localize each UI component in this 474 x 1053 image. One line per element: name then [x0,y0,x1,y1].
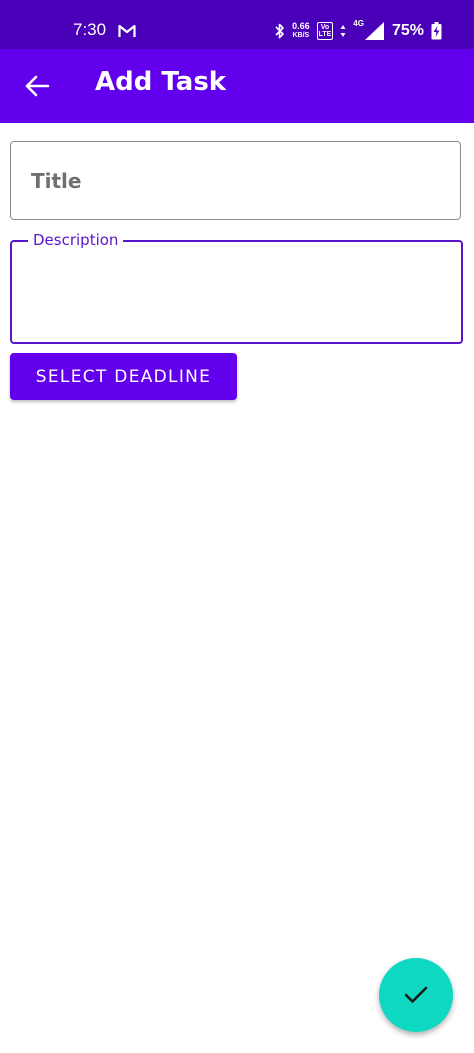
network-speed-unit: KB/S [292,32,310,39]
battery-charging-icon [431,22,442,40]
gmail-icon [118,24,136,37]
data-arrows-icon [340,25,346,37]
save-task-fab[interactable] [379,958,453,1032]
status-icons: 0.66 KB/S Vo LTE 4G 75% [275,19,442,43]
description-field[interactable]: Description [10,231,463,344]
network-speed: 0.66 KB/S [292,22,310,40]
battery-percent: 75% [391,22,424,39]
select-deadline-button[interactable]: SELECT DEADLINE [10,353,237,400]
page-title: Add Task [95,67,227,97]
volte-badge: Vo LTE [316,22,334,40]
network-type: 4G [353,19,364,28]
volte-top-text: Vo [320,24,330,31]
bluetooth-icon [275,23,284,39]
title-field[interactable] [10,141,461,220]
check-icon [404,986,428,1003]
title-input[interactable] [11,142,460,219]
volte-bottom-text: LTE [318,31,332,38]
app-bar: Add Task [0,49,474,123]
status-bar: 7:30 0.66 KB/S Vo LTE 4G 75% [0,0,474,49]
signal-icon [364,22,384,40]
status-time: 7:30 [73,20,107,39]
description-input[interactable] [12,242,461,342]
network-speed-value: 0.66 [292,21,310,31]
arrow-left-icon[interactable] [24,74,50,98]
